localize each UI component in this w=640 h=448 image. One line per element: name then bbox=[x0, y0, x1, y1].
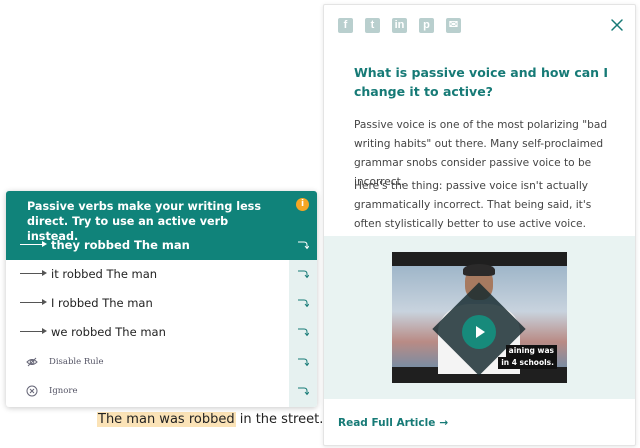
apply-button[interactable] bbox=[289, 318, 317, 347]
return-arrow-icon bbox=[298, 299, 309, 308]
document-sentence: The man was robbed in the street. bbox=[97, 411, 323, 429]
suggestion-label: they robbed The man bbox=[51, 238, 190, 252]
share-icons: f t in p ✉ bbox=[338, 18, 461, 33]
facebook-icon[interactable]: f bbox=[338, 18, 353, 33]
pinterest-icon[interactable]: p bbox=[419, 18, 434, 33]
return-arrow-icon bbox=[298, 328, 309, 337]
disable-rule-label: Disable Rule bbox=[49, 357, 104, 367]
arrow-right-icon: → bbox=[439, 417, 449, 429]
video-caption-line-2: in 4 schools. bbox=[498, 357, 557, 369]
video-player[interactable]: aining was in 4 schools. bbox=[392, 252, 567, 383]
video-caption-line-1: aining was bbox=[505, 345, 557, 357]
suggestion-option-3[interactable]: I robbed The man bbox=[6, 289, 317, 318]
apply-button[interactable] bbox=[289, 377, 317, 406]
arrow-icon bbox=[20, 270, 47, 276]
suggestion-label: it robbed The man bbox=[51, 267, 158, 281]
close-circle-icon bbox=[26, 385, 38, 397]
video-section: aining was in 4 schools. bbox=[324, 236, 635, 399]
return-arrow-icon bbox=[298, 241, 309, 250]
suggestion-option-2[interactable]: it robbed The man bbox=[6, 260, 317, 289]
read-full-article-link[interactable]: Read Full Article → bbox=[338, 417, 448, 429]
apply-button[interactable] bbox=[289, 260, 317, 289]
suggestion-label: I robbed The man bbox=[51, 296, 153, 310]
article-title: What is passive voice and how can I chan… bbox=[354, 65, 609, 99]
sentence-rest: in the street. bbox=[235, 412, 324, 427]
return-arrow-icon bbox=[298, 270, 309, 279]
article-paragraph-2: Here's the thing: passive voice isn't ac… bbox=[354, 180, 592, 230]
info-icon[interactable]: i bbox=[296, 198, 309, 211]
video-thumbnail: aining was in 4 schools. bbox=[392, 264, 567, 376]
suggestion-label: we robbed The man bbox=[51, 325, 166, 339]
disable-rule-option[interactable]: Disable Rule bbox=[6, 348, 317, 377]
return-arrow-icon bbox=[298, 387, 309, 396]
article-panel: f t in p ✉ What is passive voice and how… bbox=[323, 4, 636, 446]
arrow-icon bbox=[20, 241, 47, 247]
ignore-option[interactable]: Ignore bbox=[6, 377, 317, 406]
arrow-icon bbox=[20, 328, 47, 334]
close-icon[interactable] bbox=[610, 18, 624, 32]
return-arrow-icon bbox=[298, 358, 309, 367]
suggestion-card: Passive verbs make your writing less dir… bbox=[6, 191, 317, 407]
twitter-icon[interactable]: t bbox=[365, 18, 380, 33]
arrow-icon bbox=[20, 299, 47, 305]
highlighted-passive-phrase[interactable]: The man was robbed bbox=[97, 412, 236, 427]
eye-slash-icon bbox=[26, 357, 38, 367]
ignore-label: Ignore bbox=[49, 386, 78, 396]
email-icon[interactable]: ✉ bbox=[446, 18, 461, 33]
apply-button[interactable] bbox=[289, 348, 317, 377]
apply-button[interactable] bbox=[289, 289, 317, 318]
suggestion-option-1[interactable]: they robbed The man bbox=[6, 231, 317, 260]
suggestion-option-4[interactable]: we robbed The man bbox=[6, 318, 317, 347]
linkedin-icon[interactable]: in bbox=[392, 18, 407, 33]
play-button[interactable] bbox=[462, 315, 496, 349]
read-full-label: Read Full Article bbox=[338, 417, 436, 429]
apply-button[interactable] bbox=[289, 231, 317, 260]
